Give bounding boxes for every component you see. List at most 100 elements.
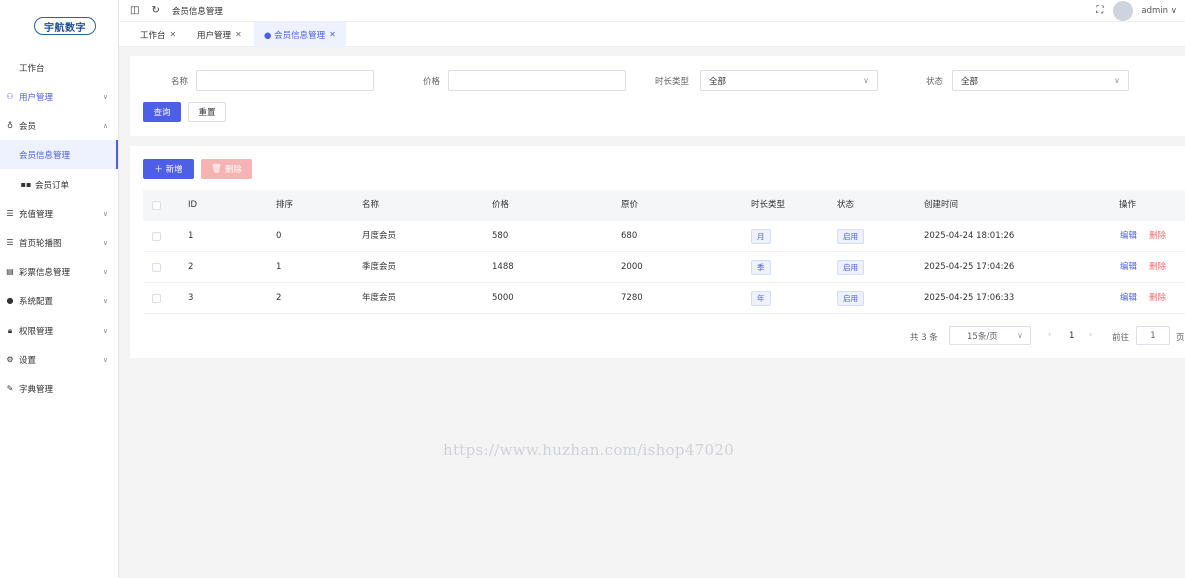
edit-link[interactable]: 编辑 — [1120, 283, 1137, 314]
tab-member-info[interactable]: ● 会员信息管理 ✕ — [254, 22, 346, 47]
user-name: admin — [1141, 5, 1169, 16]
column-header-id: ID — [188, 200, 198, 210]
sidebar-item-member[interactable]: ♁ 会员 ∧ — [0, 111, 118, 140]
row-checkbox[interactable] — [152, 263, 161, 272]
sidebar-item-system-config[interactable]: ● 系统配置 ∨ — [0, 286, 118, 315]
tab-label: 用户管理 — [197, 30, 232, 41]
avatar[interactable] — [1113, 0, 1134, 21]
sidebar-item-lottery[interactable]: ▤ 彩票信息管理 ∨ — [0, 257, 118, 286]
delete-link[interactable]: 删除 — [1149, 283, 1166, 314]
close-icon[interactable]: ✕ — [170, 30, 177, 39]
sidebar-item-recharge[interactable]: ☰ 充值管理 ∨ — [0, 199, 118, 228]
goto-page-input[interactable]: 1 — [1136, 326, 1170, 345]
column-header-status: 状态 — [837, 200, 855, 210]
chevron-down-icon: ∨ — [102, 267, 108, 276]
column-header-original-price: 原价 — [621, 200, 639, 210]
cell-price: 580 — [492, 231, 509, 241]
sidebar-item-label: 彩票信息管理 — [19, 267, 71, 278]
sidebar-item-dictionary[interactable]: ✎ 字典管理 — [0, 374, 118, 403]
cell-sort: 1 — [276, 262, 282, 272]
status-tag: 启用 — [837, 291, 864, 306]
cell-price: 5000 — [492, 293, 514, 303]
tab-user-management[interactable]: 用户管理 ✕ — [197, 22, 242, 47]
sidebar-item-user-management[interactable]: ⚇ 用户管理 ∨ — [0, 82, 118, 111]
edit-link[interactable]: 编辑 — [1120, 221, 1137, 252]
table-panel: ＋ 新增 🗑︎ 删除 ID 排序 名称 价格 原价 时长类型 状态 创建时间 操… — [130, 146, 1185, 358]
refresh-icon[interactable]: ↻ — [151, 5, 159, 16]
delete-link[interactable]: 删除 — [1149, 221, 1166, 252]
cell-original-price: 7280 — [621, 293, 643, 303]
sidebar-item-workbench[interactable]: 工作台 — [0, 53, 118, 82]
duration-tag: 月 — [751, 229, 771, 244]
row-checkbox[interactable] — [152, 294, 161, 303]
close-icon[interactable]: ✕ — [329, 30, 336, 39]
tab-workbench[interactable]: 工作台 ✕ — [140, 22, 176, 47]
status-select[interactable]: 全部 ∨ — [952, 70, 1129, 91]
duration-tag: 年 — [751, 291, 771, 306]
top-header: ◫ ↻ 会员信息管理 ⛶ admin ∨ — [119, 0, 1185, 21]
close-icon[interactable]: ✕ — [235, 30, 242, 39]
sidebar-item-carousel[interactable]: ☰ 首页轮播图 ∨ — [0, 228, 118, 257]
sidebar-item-label: 用户管理 — [19, 92, 54, 103]
sidebar-item-member-info[interactable]: 会员信息管理 — [0, 140, 118, 169]
sidebar-item-member-orders[interactable]: ▪▪ 会员订单 — [0, 170, 118, 199]
pen-icon: ✎ — [6, 384, 14, 393]
prev-page-button[interactable]: ‹ — [1048, 330, 1051, 340]
reset-button[interactable]: 重置 — [188, 102, 226, 122]
column-header-sort: 排序 — [276, 200, 294, 210]
current-page[interactable]: 1 — [1069, 331, 1074, 341]
column-header-duration: 时长类型 — [751, 200, 786, 210]
delete-button[interactable]: 🗑︎ 删除 — [201, 159, 252, 179]
cell-id: 3 — [188, 293, 194, 303]
logo-text: 宇航数字 — [44, 22, 86, 34]
cell-created: 2025-04-25 17:04:26 — [924, 262, 1015, 272]
sidebar-item-settings[interactable]: ⚙ 设置 ∨ — [0, 345, 118, 374]
next-page-button[interactable]: › — [1089, 330, 1092, 340]
collapse-sidebar-icon[interactable]: ◫ — [130, 5, 139, 16]
row-checkbox[interactable] — [152, 232, 161, 241]
page-size-select[interactable]: 15条/页 ∨ — [949, 326, 1031, 345]
column-header-created: 创建时间 — [924, 200, 959, 210]
user-menu[interactable]: admin ∨ — [1141, 6, 1177, 16]
cell-name: 季度会员 — [362, 262, 397, 272]
price-input[interactable] — [448, 70, 626, 91]
table-row: 3 2 年度会员 5000 7280 年 启用 2025-04-25 17:06… — [143, 283, 1185, 314]
delete-button-label: 删除 — [224, 165, 242, 175]
sidebar: 宇航数字 工作台 ⚇ 用户管理 ∨ ♁ 会员 ∧ 会员信息管理 ▪▪ 会员订单 … — [0, 0, 119, 578]
cell-original-price: 680 — [621, 231, 638, 241]
edit-link[interactable]: 编辑 — [1120, 252, 1137, 283]
page-size-value: 15条/页 — [967, 331, 998, 342]
delete-link[interactable]: 删除 — [1149, 252, 1166, 283]
chevron-down-icon: ∨ — [1017, 331, 1023, 340]
select-all-checkbox[interactable] — [152, 201, 161, 210]
chevron-down-icon: ∨ — [1170, 5, 1177, 16]
chevron-down-icon: ∨ — [102, 326, 108, 335]
cell-sort: 0 — [276, 231, 282, 241]
fullscreen-icon[interactable]: ⛶ — [1096, 5, 1103, 16]
table-header: ID 排序 名称 价格 原价 时长类型 状态 创建时间 操作 — [143, 190, 1185, 221]
sidebar-item-label: 充值管理 — [19, 209, 54, 220]
name-input[interactable] — [196, 70, 374, 91]
query-button[interactable]: 查询 — [143, 102, 181, 122]
duration-select-value: 全部 — [709, 76, 727, 87]
column-header-name: 名称 — [362, 200, 380, 210]
chevron-down-icon: ∨ — [863, 76, 869, 85]
duration-tag: 季 — [751, 260, 771, 275]
table-row: 1 0 月度会员 580 680 月 启用 2025-04-24 18:01:2… — [143, 221, 1185, 252]
gear-icon: ⚙ — [6, 355, 14, 364]
status-tag: 启用 — [837, 260, 864, 275]
check-circle-icon: ● — [6, 296, 14, 305]
goto-label: 前往 — [1112, 333, 1130, 343]
chevron-down-icon: ∨ — [102, 209, 108, 218]
sidebar-item-label: 会员订单 — [35, 180, 70, 191]
sidebar-item-label: 设置 — [19, 355, 37, 366]
duration-select[interactable]: 全部 ∨ — [700, 70, 878, 91]
cell-name: 年度会员 — [362, 293, 397, 303]
tabs-bar: 工作台 ✕ 用户管理 ✕ ● 会员信息管理 ✕ — [119, 21, 1185, 47]
add-button[interactable]: ＋ 新增 — [143, 159, 194, 179]
page-suffix: 页 — [1176, 333, 1185, 343]
pagination-total: 共 3 条 — [910, 333, 938, 343]
search-panel: 名称 价格 时长类型 全部 ∨ 状态 全部 ∨ 查询 重置 — [130, 56, 1185, 136]
sidebar-item-permissions[interactable]: 🔒︎ 权限管理 ∨ — [0, 316, 118, 345]
sidebar-item-label: 会员 — [19, 121, 37, 132]
